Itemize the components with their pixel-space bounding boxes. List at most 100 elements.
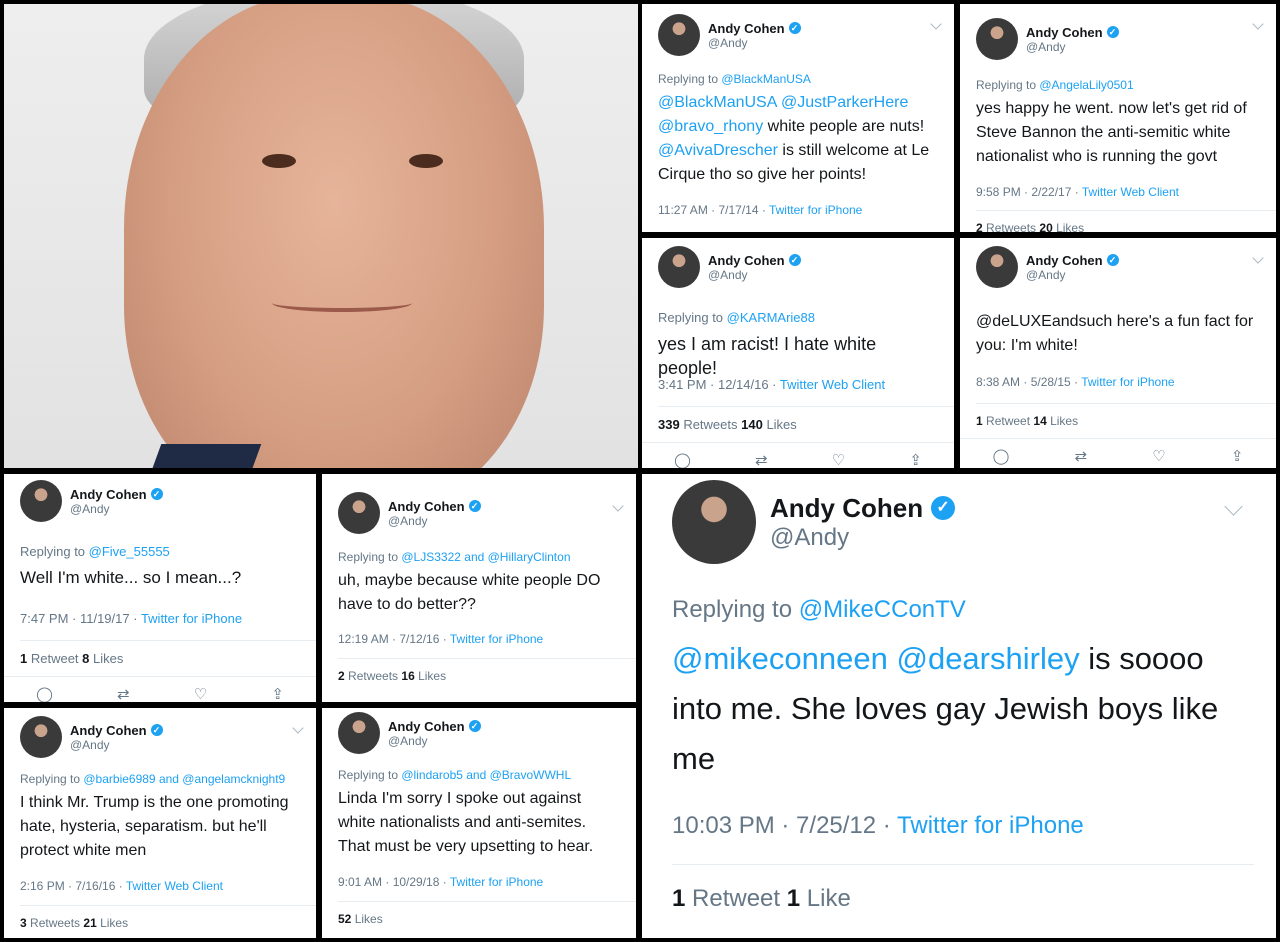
tweet-stats: 1 Retweet 8 Likes [20,640,316,666]
replying-to: Replying to @barbie6989 and @angelamckni… [20,772,286,786]
tweet-meta: 8:38 AM · 5/28/15 · Twitter for iPhone [976,375,1175,389]
client-link[interactable]: Twitter for iPhone [769,203,862,217]
author-handle[interactable]: @Andy [70,502,163,516]
replying-to: Replying to @Five_55555 [20,544,170,559]
like-icon[interactable]: ♡ [1152,447,1165,465]
tweet-text: yes I am racist! I hate white people! [658,334,877,378]
tweet-meta: 9:58 PM · 2/22/17 · Twitter Web Client [976,185,1179,199]
tweet-header: Andy Cohen ✓ @Andy [658,14,801,56]
tweet-header: Andy Cohen ✓ @Andy [658,246,801,288]
chevron-down-icon[interactable] [1252,18,1264,30]
avatar[interactable] [658,14,700,56]
verified-badge-icon: ✓ [788,254,801,266]
author-handle[interactable]: @Andy [1026,40,1119,54]
share-icon[interactable]: ⇪ [909,451,922,468]
tweet-stats: 339 Retweets 140 Likes [658,406,954,432]
retweet-icon[interactable]: ⇄ [1075,447,1088,465]
tweet-card-5[interactable]: Andy Cohen ✓ @Andy Replying to @Five_5555… [4,474,316,702]
tweet-card-8[interactable]: Andy Cohen ✓ @Andy Replying to @lindarob5… [322,708,636,938]
replying-link[interactable]: @BlackManUSA [721,72,811,86]
tweet-text: Linda I'm sorry I spoke out against whit… [338,790,594,855]
avatar[interactable] [976,18,1018,60]
author-handle[interactable]: @Andy [70,738,163,752]
action-bar: ◯ ⇄ ♡ ⇪ [960,438,1276,465]
reply-icon[interactable]: ◯ [993,447,1010,465]
tweet-text: uh, maybe because white people DO have t… [338,572,601,613]
tweet-card-9[interactable]: Andy Cohen ✓ @Andy Replying to @MikeCConT… [642,474,1276,938]
author-name[interactable]: Andy Cohen [70,487,147,502]
reply-icon[interactable]: ◯ [36,685,53,702]
tweet-meta: 12:19 AM · 7/12/16 · Twitter for iPhone [338,632,544,646]
replying-to: Replying to @AngelaLily0501 [976,78,1134,92]
tweet-meta: 3:41 PM · 12/14/16 · Twitter Web Client [658,377,886,392]
replying-to: Replying to @lindarob5 and @BravoWWHL [338,768,572,782]
retweet-icon[interactable]: ⇄ [117,685,130,702]
author-name[interactable]: Andy Cohen [70,723,147,738]
avatar[interactable] [658,246,700,288]
replying-to: Replying to @KARMArie88 [658,310,815,325]
tweet-text: @BlackManUSA @JustParkerHere @bravo_rhon… [658,94,930,183]
chevron-down-icon[interactable] [1252,252,1264,264]
avatar[interactable] [976,246,1018,288]
tweet-card-6[interactable]: Andy Cohen ✓ @Andy Replying to @LJS3322 a… [322,474,636,702]
tweet-card-4[interactable]: Andy Cohen ✓ @Andy @deLUXEandsuch here's … [960,238,1276,468]
author-name[interactable]: Andy Cohen [388,719,465,734]
tweet-header: Andy Cohen ✓ @Andy [20,480,163,522]
author-handle[interactable]: @Andy [708,268,801,282]
author-name[interactable]: Andy Cohen [708,21,785,36]
tweet-stats: 2 Retweets 16 Likes [338,658,636,683]
retweet-icon[interactable]: ⇄ [755,451,768,468]
tweet-meta: 10:03 PM · 7/25/12 · Twitter for iPhone [672,812,1084,839]
author-handle[interactable]: @Andy [1026,268,1119,282]
verified-badge-icon: ✓ [931,496,956,520]
tweet-meta: 11:27 AM · 7/17/14 · Twitter for iPhone [658,203,863,217]
chevron-down-icon[interactable] [930,18,942,30]
author-name[interactable]: Andy Cohen [770,493,923,524]
tweet-stats: 2 Retweets 20 Likes [976,210,1276,232]
share-icon[interactable]: ⇪ [1231,447,1244,465]
like-icon[interactable]: ♡ [832,451,845,468]
chevron-down-icon[interactable] [612,500,624,512]
verified-badge-icon: ✓ [150,724,163,736]
tweet-card-1[interactable]: Andy Cohen ✓ @Andy Replying to @BlackManU… [642,4,954,232]
replying-to: Replying to @LJS3322 and @HillaryClinton [338,550,571,564]
left-eye [262,154,296,168]
author-handle[interactable]: @Andy [770,524,955,552]
tweet-text: @deLUXEandsuch here's a fun fact for you… [976,313,1254,354]
avatar[interactable] [672,480,756,564]
avatar[interactable] [338,712,380,754]
right-eye [409,154,443,168]
avatar[interactable] [338,492,380,534]
share-icon[interactable]: ⇪ [271,685,284,702]
smile [272,294,412,312]
face-shape [124,4,544,468]
avatar[interactable] [20,480,62,522]
tweet-stats: 1 Retweet 1 Like [672,864,1254,913]
replying-to: Replying to @BlackManUSA [658,72,811,86]
author-name[interactable]: Andy Cohen [708,253,785,268]
action-bar: ◯ ⇄ ♡ ⇪ [4,676,316,702]
chevron-down-icon[interactable] [1224,497,1243,516]
avatar[interactable] [20,716,62,758]
tweet-card-3[interactable]: Andy Cohen ✓ @Andy Replying to @KARMArie8… [642,238,954,468]
author-name[interactable]: Andy Cohen [388,499,465,514]
tweet-header: Andy Cohen ✓ @Andy [338,492,481,534]
reply-icon[interactable]: ◯ [674,451,691,468]
author-handle[interactable]: @Andy [708,36,801,50]
author-name[interactable]: Andy Cohen [1026,25,1103,40]
tweet-text: I think Mr. Trump is the one promoting h… [20,794,289,859]
verified-badge-icon: ✓ [468,720,481,732]
chevron-down-icon[interactable] [292,722,304,734]
tweet-text: yes happy he went. now let's get rid of … [976,100,1247,165]
tweet-text: Well I'm white... so I mean...? [20,568,242,587]
suit-collar [146,444,262,468]
verified-badge-icon: ✓ [150,488,163,500]
author-name[interactable]: Andy Cohen [1026,253,1103,268]
tweet-text: @mikeconneen @dearshirley is soooo into … [672,641,1219,776]
author-handle[interactable]: @Andy [388,514,481,528]
tweet-card-2[interactable]: Andy Cohen ✓ @Andy Replying to @AngelaLil… [960,4,1276,232]
replying-to: Replying to @MikeCConTV [672,596,966,623]
author-handle[interactable]: @Andy [388,734,481,748]
like-icon[interactable]: ♡ [194,685,207,702]
tweet-card-7[interactable]: Andy Cohen ✓ @Andy Replying to @barbie698… [4,708,316,938]
